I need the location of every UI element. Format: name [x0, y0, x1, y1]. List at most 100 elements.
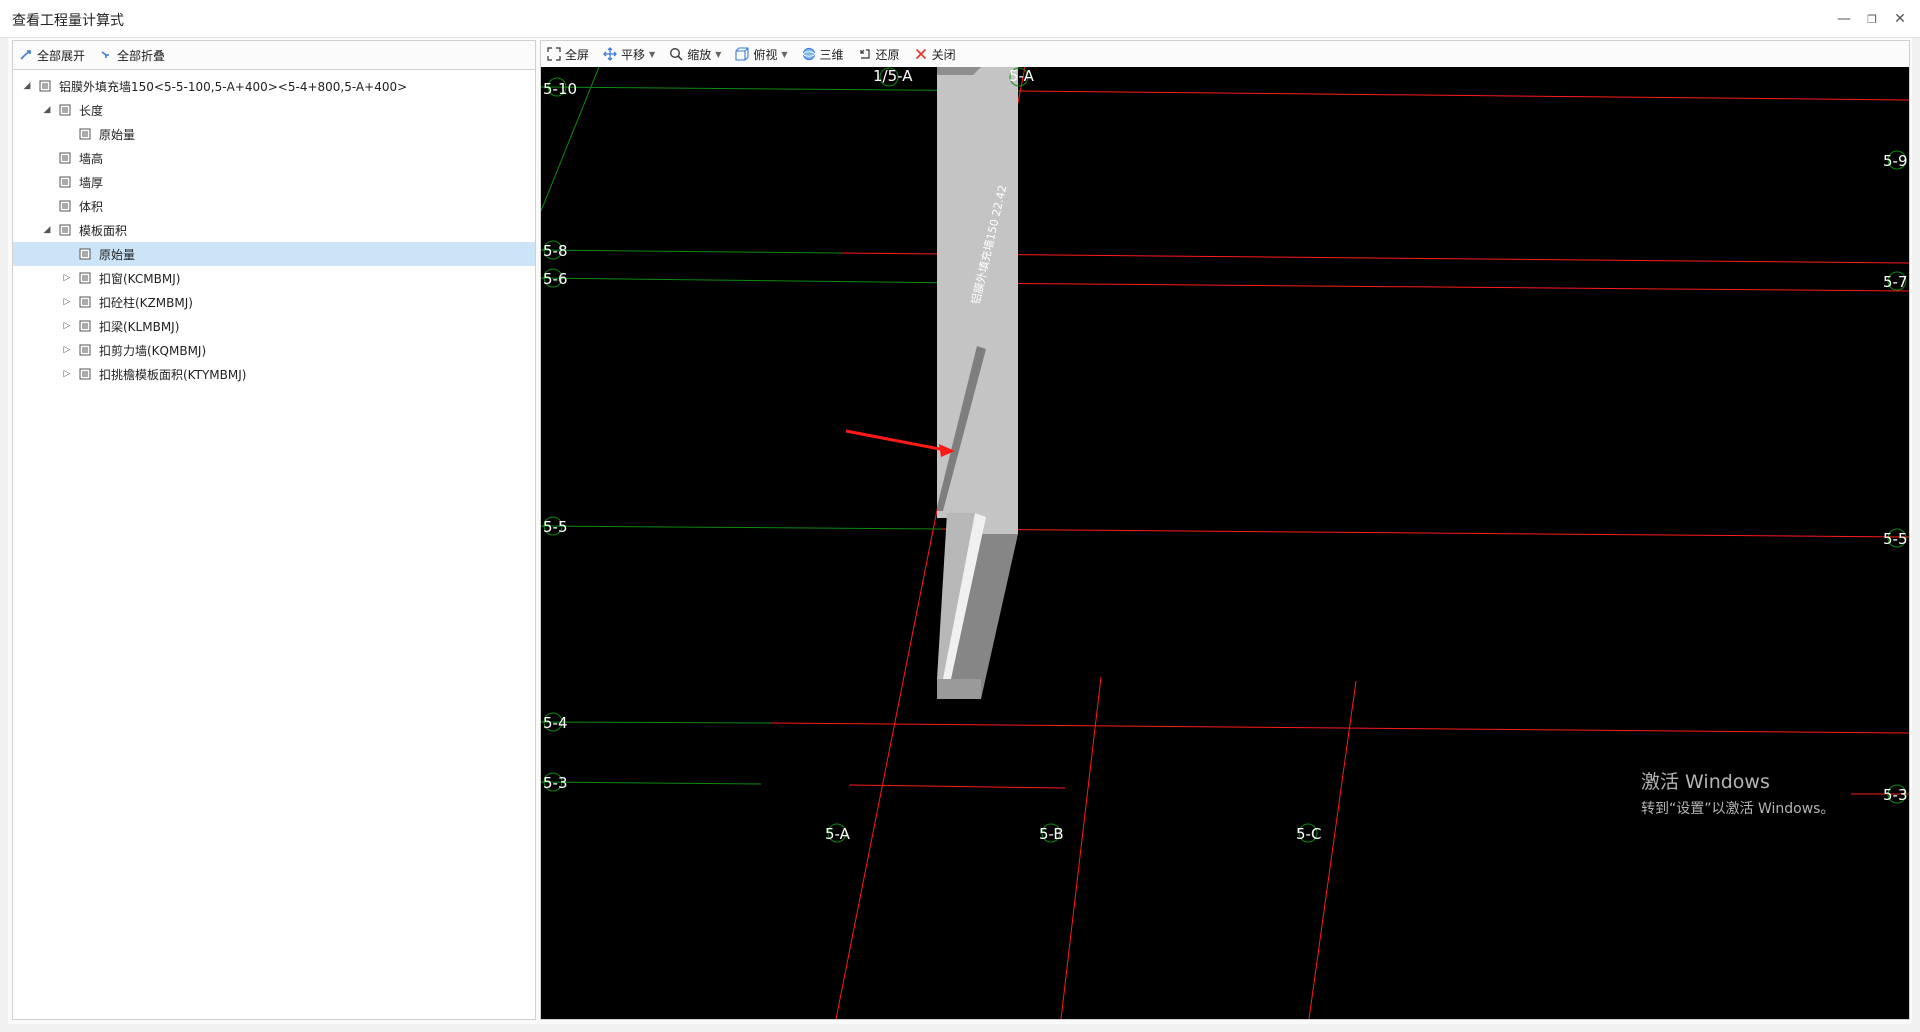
- tree-collapsed-icon[interactable]: ▷: [61, 368, 73, 380]
- tree-node-label: 扣砼柱(KZMBMJ): [99, 295, 193, 310]
- tree-node[interactable]: 墙高: [13, 146, 535, 170]
- tree-node[interactable]: ◢ 铝膜外填充墙150<5-5-100,5-A+400><5-4+800,5-A+…: [13, 74, 535, 98]
- pan-label: 平移: [621, 47, 646, 62]
- restore-view-button[interactable]: 还原: [858, 46, 900, 63]
- grid-bubble-5-8[interactable]: 5-8: [543, 240, 568, 260]
- restore-window-button[interactable]: ❐: [1860, 8, 1884, 30]
- formula-node-icon: [59, 152, 71, 164]
- top-view-label: 俯视: [753, 47, 778, 62]
- viewport-background: [541, 67, 1909, 1019]
- collapse-all-icon: [101, 51, 110, 58]
- collapse-all-button[interactable]: 全部折叠: [99, 47, 165, 64]
- fullscreen-label: 全屏: [565, 47, 590, 62]
- formula-node-icon: [59, 176, 71, 188]
- grid-bubble-5-3-right[interactable]: 5-3: [1883, 784, 1908, 804]
- tree-node[interactable]: 原始量: [13, 122, 535, 146]
- tree-node-label: 墙高: [79, 151, 104, 166]
- tree-node[interactable]: 体积: [13, 194, 535, 218]
- grid-label-5-3-right: 5-3: [1883, 786, 1908, 804]
- zoom-label: 缩放: [687, 47, 712, 62]
- 3d-viewport[interactable]: 铝膜外填充墙150 22.42 5-10 5-8 5-6 5-5 5-4 5-3…: [541, 67, 1909, 1019]
- cube-icon: [735, 47, 749, 61]
- watermark-subtitle: 转到“设置”以激活 Windows。: [1641, 801, 1835, 817]
- dialog-body: 全部展开 全部折叠 ◢ 铝膜外填充墙150<5-5-100,5-A+400><5-…: [8, 38, 1912, 1024]
- tree-node[interactable]: ▷ 扣窗(KCMBMJ): [13, 266, 535, 290]
- zoom-button[interactable]: 缩放 ▼: [669, 46, 721, 63]
- grid-bubble-5-A-top[interactable]: 5-A: [1009, 67, 1035, 87]
- pan-button[interactable]: 平移 ▼: [603, 46, 655, 63]
- close-view-button[interactable]: 关闭: [914, 46, 956, 63]
- grid-bubble-5-10[interactable]: 5-10: [543, 77, 577, 98]
- tree-node[interactable]: ◢ 模板面积: [13, 218, 535, 242]
- close-window-button[interactable]: ✕: [1888, 8, 1912, 30]
- tree-node[interactable]: 原始量: [13, 242, 535, 266]
- tree-collapsed-icon[interactable]: ▷: [61, 296, 73, 308]
- close-view-label: 关闭: [931, 47, 956, 62]
- grid-label-1-5-A: 1/5-A: [873, 67, 913, 85]
- formula-node-icon: [59, 224, 71, 236]
- tree-node-label: 扣窗(KCMBMJ): [99, 271, 181, 286]
- grid-bubble-5-5-right[interactable]: 5-5: [1883, 528, 1908, 548]
- quantity-tree-panel: 全部展开 全部折叠 ◢ 铝膜外填充墙150<5-5-100,5-A+400><5-…: [12, 40, 536, 1020]
- formula-node-icon: [79, 368, 91, 380]
- tree-node[interactable]: ▷ 扣剪力墙(KQMBMJ): [13, 338, 535, 362]
- tree-collapsed-icon[interactable]: ▷: [61, 320, 73, 332]
- grid-label-5-9: 5-9: [1883, 152, 1908, 170]
- grid-bubble-5-A-bottom[interactable]: 5-A: [825, 823, 851, 843]
- tree-node-label: 原始量: [99, 245, 136, 263]
- magnifier-icon: [670, 48, 683, 61]
- grid-bubble-5-7[interactable]: 5-7: [1883, 271, 1908, 291]
- formula-node-icon: [79, 248, 91, 260]
- zoom-dropdown-icon[interactable]: ▼: [715, 50, 721, 59]
- tree-node-label: 墙厚: [79, 175, 104, 190]
- tree-node[interactable]: ▷ 扣挑檐模板面积(KTYMBMJ): [13, 362, 535, 386]
- formula-node-icon: [79, 272, 91, 284]
- activation-watermark: 激活 Windows 转到“设置”以激活 Windows。: [1641, 767, 1834, 818]
- grid-bubble-5-B[interactable]: 5-B: [1039, 823, 1064, 843]
- top-view-button[interactable]: 俯视 ▼: [735, 46, 788, 63]
- tree-collapsed-icon[interactable]: ▷: [61, 272, 73, 284]
- 3d-view-button[interactable]: 三维: [802, 46, 844, 63]
- expand-all-button[interactable]: 全部展开: [19, 47, 85, 64]
- formula-node-icon: [59, 104, 71, 116]
- tree-expanded-icon[interactable]: ◢: [41, 224, 53, 236]
- tree-node[interactable]: ▷ 扣梁(KLMBMJ): [13, 314, 535, 338]
- collapse-all-label: 全部折叠: [117, 48, 166, 63]
- cad-drawing: 铝膜外填充墙150 22.42 5-10 5-8 5-6 5-5 5-4 5-3…: [541, 67, 1909, 1019]
- pan-icon: [603, 47, 617, 61]
- grid-label-5-5-right: 5-5: [1883, 530, 1908, 548]
- formula-node-icon: [79, 296, 91, 308]
- tree-node-label: 铝膜外填充墙150<5-5-100,5-A+400><5-4+800,5-A+4…: [59, 79, 408, 94]
- minimize-button[interactable]: —: [1832, 8, 1856, 30]
- grid-bubble-5-6[interactable]: 5-6: [543, 268, 568, 288]
- pan-dropdown-icon[interactable]: ▼: [649, 50, 655, 59]
- grid-bubble-1-5-A[interactable]: 1/5-A: [873, 67, 913, 87]
- tree-collapsed-icon[interactable]: ▷: [61, 344, 73, 356]
- tree-expanded-icon[interactable]: ◢: [21, 80, 33, 92]
- grid-bubble-5-4[interactable]: 5-4: [543, 712, 568, 732]
- formula-node-icon: [59, 200, 71, 212]
- grid-bubble-5-C[interactable]: 5-C: [1296, 823, 1321, 843]
- grid-label-5-A-bottom: 5-A: [825, 825, 851, 843]
- tree-toolbar: 全部展开 全部折叠: [13, 41, 535, 70]
- grid-bubble-5-9[interactable]: 5-9: [1883, 150, 1908, 170]
- tree-node[interactable]: ▷ 扣砼柱(KZMBMJ): [13, 290, 535, 314]
- grid-bubble-5-5-left[interactable]: 5-5: [543, 516, 568, 536]
- grid-label-5-8: 5-8: [543, 242, 568, 260]
- top-view-dropdown-icon[interactable]: ▼: [781, 50, 787, 59]
- fullscreen-button[interactable]: 全屏: [547, 46, 589, 63]
- tree-expanded-icon[interactable]: ◢: [41, 104, 53, 116]
- grid-label-5-3-left: 5-3: [543, 774, 568, 792]
- title-bar: 查看工程量计算式 — ❐ ✕: [0, 0, 1920, 38]
- tree-node-label: 扣挑檐模板面积(KTYMBMJ): [99, 367, 247, 382]
- grid-bubble-5-3-left[interactable]: 5-3: [543, 772, 568, 792]
- tree-node[interactable]: ◢ 长度: [13, 98, 535, 122]
- grid-label-5-7: 5-7: [1883, 273, 1908, 291]
- watermark-title: 激活 Windows: [1641, 771, 1770, 793]
- grid-label-5-B: 5-B: [1039, 825, 1064, 843]
- tree-node[interactable]: 墙厚: [13, 170, 535, 194]
- formula-node-icon: [79, 320, 91, 332]
